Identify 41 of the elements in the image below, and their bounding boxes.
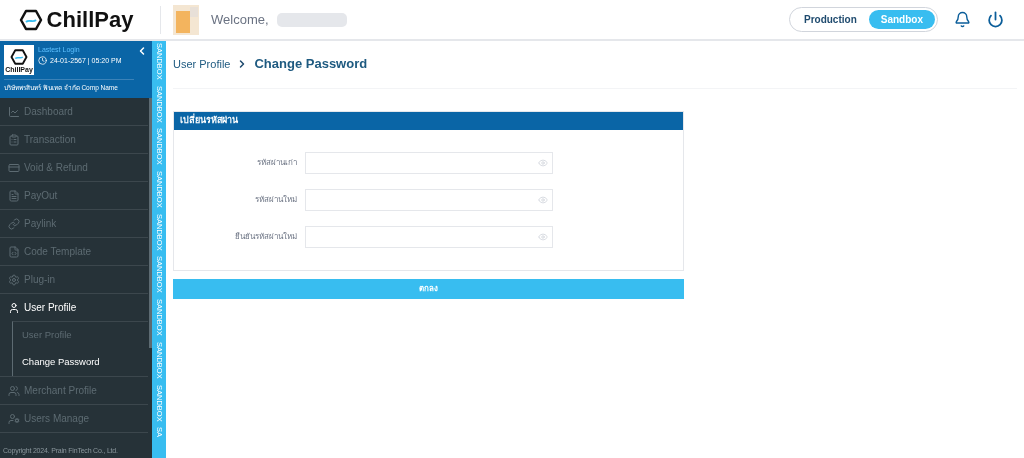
- sidebar-item[interactable]: Plug-in: [0, 266, 148, 293]
- clipboard-icon: [8, 133, 20, 146]
- code-file-icon: [8, 245, 20, 258]
- chart-icon: [8, 105, 20, 118]
- sidebar-item[interactable]: User Profile: [0, 294, 148, 321]
- power-icon[interactable]: [987, 11, 1004, 28]
- user-gear-icon: [8, 412, 20, 425]
- submenu-item[interactable]: Change Password: [13, 349, 148, 376]
- logo-icon: [10, 47, 28, 66]
- users-icon: [8, 384, 20, 397]
- environment-option[interactable]: Production: [792, 10, 869, 29]
- sidebar-item[interactable]: PayOut: [0, 182, 148, 209]
- environment-option[interactable]: Sandbox: [868, 10, 935, 29]
- field-label: รหัสผ่านเก่า: [256, 156, 298, 169]
- card-title: เปลี่ยนรหัสผ่าน: [180, 113, 238, 127]
- blurred-name-drawing: [276, 12, 347, 27]
- card-icon: [8, 161, 20, 174]
- eye-icon[interactable]: [538, 194, 548, 205]
- password-field[interactable]: [305, 188, 553, 211]
- settings-icon: [8, 273, 20, 286]
- eye-icon[interactable]: [538, 157, 548, 168]
- welcome-text: Welcome,: [211, 10, 269, 29]
- field-label: ยืนยันรหัสผ่านใหม่: [234, 230, 298, 243]
- sidebar-item[interactable]: Merchant Profile: [0, 377, 148, 404]
- field-label: รหัสผ่านใหม่: [254, 193, 298, 206]
- page-title: Change Password: [254, 55, 368, 73]
- clock-icon: [38, 56, 47, 66]
- sidebar-item[interactable]: Dashboard: [0, 98, 148, 125]
- user-icon: [8, 301, 20, 314]
- breadcrumb-link[interactable]: User Profile: [173, 55, 231, 72]
- link-icon: [8, 217, 20, 230]
- notification-icon[interactable]: [954, 11, 971, 28]
- password-field[interactable]: [305, 151, 553, 174]
- eye-icon[interactable]: [538, 231, 548, 242]
- sidebar-item[interactable]: Transaction: [0, 126, 148, 153]
- password-field[interactable]: [305, 225, 553, 248]
- submit-button[interactable]: ตกลง: [173, 278, 684, 299]
- document-icon: [8, 189, 20, 202]
- sidebar-item[interactable]: Paylink: [0, 210, 148, 237]
- logo-text: ChillPay: [46, 6, 134, 34]
- logo-icon: [18, 7, 43, 32]
